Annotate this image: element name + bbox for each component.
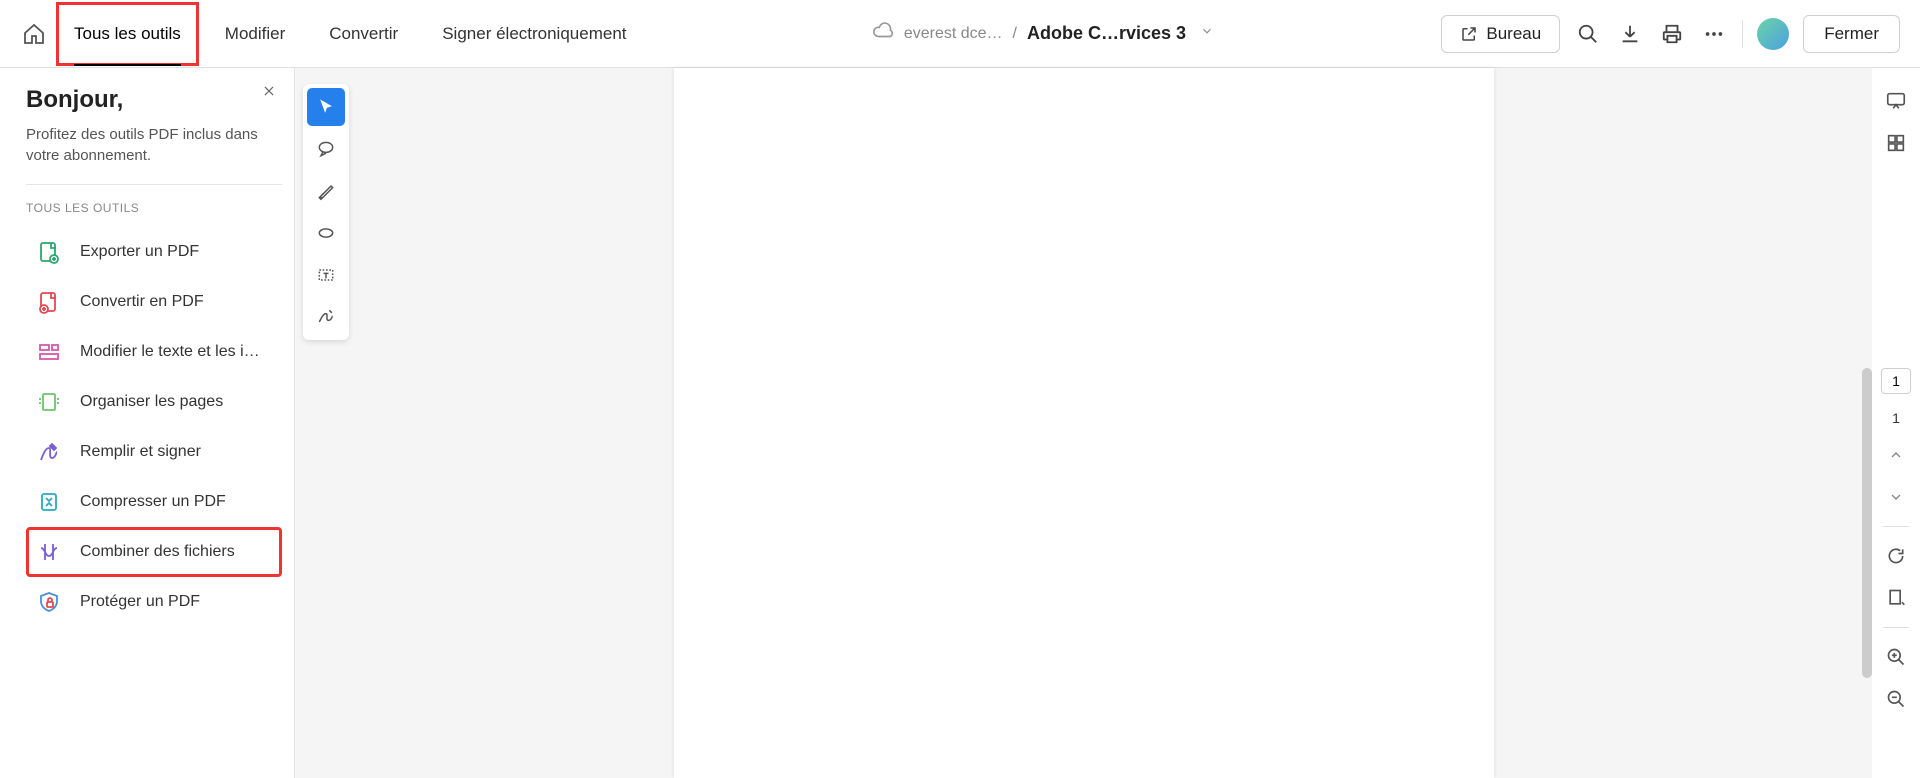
- export-pdf-icon: [36, 239, 62, 265]
- tool-label: Combiner des fichiers: [80, 543, 235, 561]
- floating-toolbar: [303, 84, 349, 340]
- main-area: Bonjour, Profitez des outils PDF inclus …: [0, 68, 1920, 778]
- document-area: [295, 68, 1872, 778]
- text-box-tool[interactable]: [307, 256, 345, 294]
- breadcrumb-separator: /: [1013, 25, 1017, 43]
- tool-combine-files[interactable]: Combiner des fichiers: [26, 527, 282, 577]
- topbar-left-group: Tous les outils Modifier Convertir Signe…: [20, 2, 645, 66]
- cursor-icon: [316, 97, 336, 117]
- page-down-button[interactable]: [1883, 484, 1909, 510]
- rightbar-divider: [1883, 526, 1909, 527]
- tool-label: Compresser un PDF: [80, 493, 226, 511]
- document-page[interactable]: [674, 68, 1494, 778]
- select-tool[interactable]: [307, 88, 345, 126]
- chevron-down-icon: [1200, 24, 1214, 38]
- tab-convert[interactable]: Convertir: [311, 2, 416, 66]
- tool-fill-sign[interactable]: Remplir et signer: [26, 427, 282, 477]
- cloud-source-label[interactable]: everest dce…: [904, 25, 1003, 43]
- zoom-out-icon: [1886, 689, 1906, 709]
- tool-organize-pages[interactable]: Organiser les pages: [26, 377, 282, 427]
- chevron-down-icon: [1888, 489, 1904, 505]
- greeting-title: Bonjour,: [26, 86, 282, 114]
- vertical-divider: [1742, 20, 1743, 48]
- tool-label: Modifier le texte et les im…: [80, 343, 272, 361]
- sign-icon: [316, 307, 336, 327]
- search-icon: [1577, 23, 1599, 45]
- sign-tool[interactable]: [307, 298, 345, 336]
- page-up-button[interactable]: [1883, 442, 1909, 468]
- print-icon: [1661, 23, 1683, 45]
- tool-label: Remplir et signer: [80, 443, 201, 461]
- organize-pages-icon: [36, 389, 62, 415]
- tool-label: Organiser les pages: [80, 393, 223, 411]
- tab-all-tools[interactable]: Tous les outils: [56, 2, 199, 66]
- tool-compress-pdf[interactable]: Compresser un PDF: [26, 477, 282, 527]
- combine-files-icon: [36, 539, 62, 565]
- fit-page-button[interactable]: [1883, 585, 1909, 611]
- top-toolbar: Tous les outils Modifier Convertir Signe…: [0, 0, 1920, 68]
- document-title: Adobe C…rvices 3: [1027, 23, 1186, 44]
- chevron-up-icon: [1888, 447, 1904, 463]
- document-scrollbar[interactable]: [1862, 368, 1872, 678]
- sidebar-divider: [26, 184, 282, 185]
- cloud-icon: [872, 20, 894, 47]
- textbox-icon: [316, 265, 336, 285]
- tool-protect-pdf[interactable]: Protéger un PDF: [26, 577, 282, 627]
- tool-label: Exporter un PDF: [80, 243, 199, 261]
- compress-pdf-icon: [36, 489, 62, 515]
- home-icon: [22, 22, 46, 46]
- tool-label: Convertir en PDF: [80, 293, 204, 311]
- comment-panel-icon: [1885, 90, 1907, 112]
- zoom-out-button[interactable]: [1883, 686, 1909, 712]
- more-horizontal-icon: [1703, 23, 1725, 45]
- close-icon: [262, 84, 276, 98]
- more-button[interactable]: [1700, 20, 1728, 48]
- highlight-icon: [316, 181, 336, 201]
- tool-edit-text-images[interactable]: Modifier le texte et les im…: [26, 327, 282, 377]
- external-link-icon: [1460, 25, 1478, 43]
- rotate-icon: [1886, 546, 1906, 566]
- tab-modify[interactable]: Modifier: [207, 2, 303, 66]
- rotate-button[interactable]: [1883, 543, 1909, 569]
- fit-page-icon: [1886, 588, 1906, 608]
- tool-convert-pdf[interactable]: Convertir en PDF: [26, 277, 282, 327]
- desktop-open-label: Bureau: [1486, 24, 1541, 44]
- rightbar-divider: [1883, 627, 1909, 628]
- protect-pdf-icon: [36, 589, 62, 615]
- topbar-center-group: everest dce… / Adobe C…rvices 3: [645, 20, 1442, 47]
- tool-export-pdf[interactable]: Exporter un PDF: [26, 227, 282, 277]
- comments-panel-button[interactable]: [1883, 88, 1909, 114]
- convert-pdf-icon: [36, 289, 62, 315]
- home-button[interactable]: [20, 20, 48, 48]
- tool-label: Protéger un PDF: [80, 593, 200, 611]
- search-button[interactable]: [1574, 20, 1602, 48]
- zoom-in-button[interactable]: [1883, 644, 1909, 670]
- topbar-right-group: Bureau Fermer: [1441, 15, 1900, 53]
- right-panel: 1 1: [1872, 68, 1920, 778]
- comment-tool[interactable]: [307, 130, 345, 168]
- greeting-subtitle: Profitez des outils PDF inclus dans votr…: [26, 124, 282, 166]
- close-button[interactable]: Fermer: [1803, 15, 1900, 53]
- thumbnails-panel-button[interactable]: [1883, 130, 1909, 156]
- comment-icon: [316, 139, 336, 159]
- fill-sign-icon: [36, 439, 62, 465]
- desktop-open-button[interactable]: Bureau: [1441, 15, 1560, 53]
- zoom-in-icon: [1886, 647, 1906, 667]
- title-dropdown-chevron[interactable]: [1200, 24, 1214, 43]
- current-page-indicator[interactable]: 1: [1881, 368, 1911, 394]
- edit-text-icon: [36, 339, 62, 365]
- print-button[interactable]: [1658, 20, 1686, 48]
- download-button[interactable]: [1616, 20, 1644, 48]
- highlight-tool[interactable]: [307, 172, 345, 210]
- tab-sign[interactable]: Signer électroniquement: [424, 2, 644, 66]
- tools-sidebar: Bonjour, Profitez des outils PDF inclus …: [0, 68, 295, 778]
- download-icon: [1619, 23, 1641, 45]
- grid-icon: [1885, 132, 1907, 154]
- draw-icon: [316, 223, 336, 243]
- sidebar-close-button[interactable]: [262, 82, 276, 103]
- total-pages: 1: [1892, 410, 1900, 426]
- profile-avatar[interactable]: [1757, 18, 1789, 50]
- tools-section-label: TOUS LES OUTILS: [26, 201, 282, 215]
- draw-tool[interactable]: [307, 214, 345, 252]
